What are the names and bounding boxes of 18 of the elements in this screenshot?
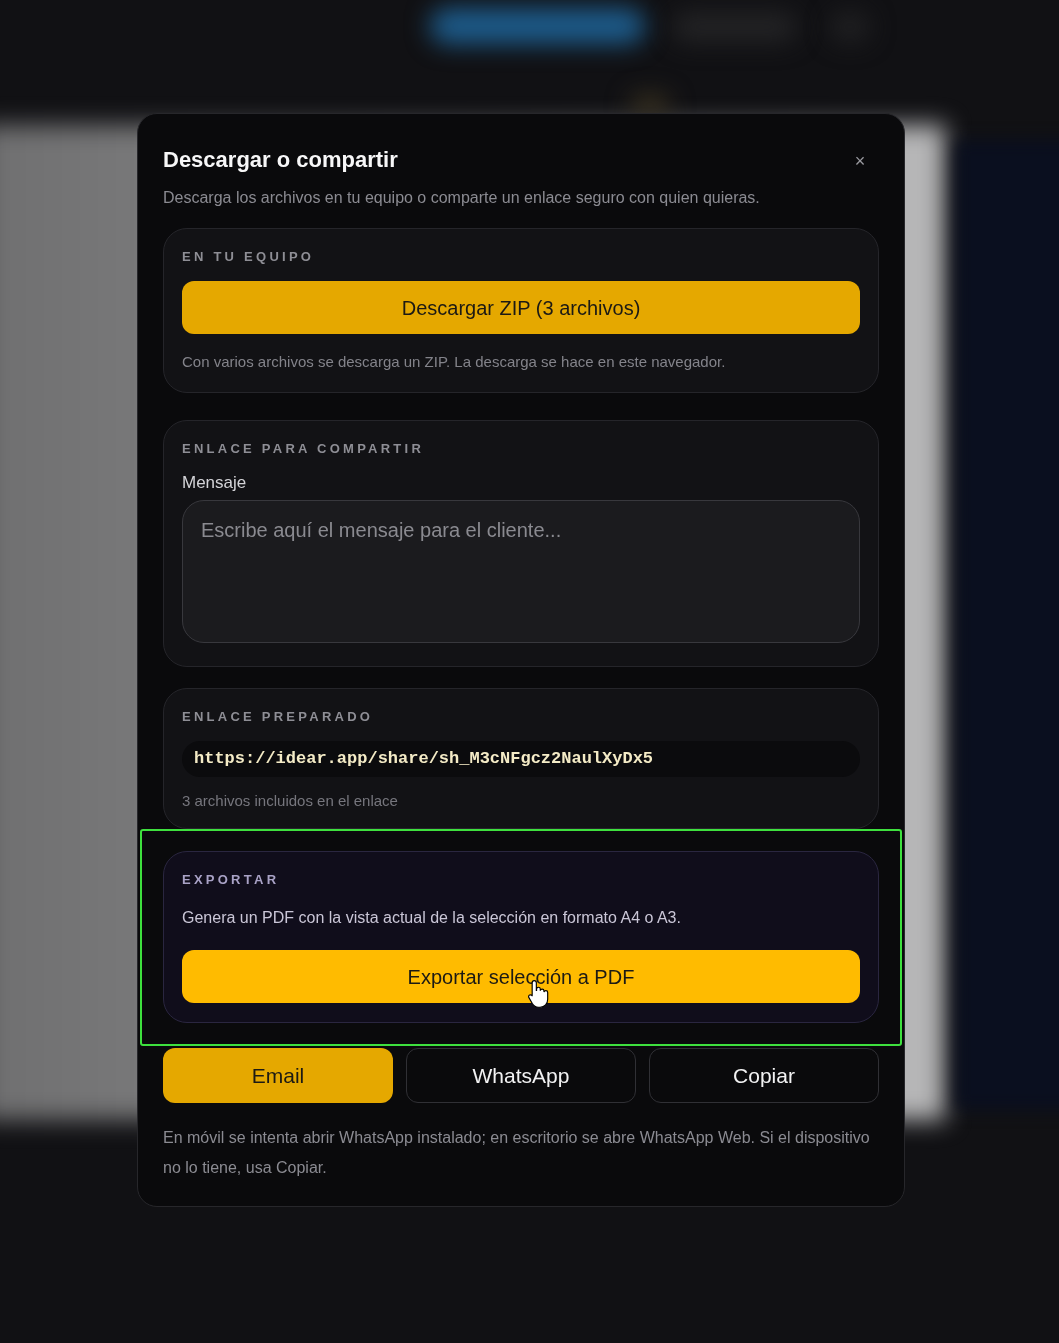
close-button[interactable]: × <box>845 146 875 176</box>
dialog-subtitle: Descarga los archivos en tu equipo o comparte un enlace seguro con quien quieras. <box>163 188 761 208</box>
share-button[interactable]: WhatsApp <box>406 1048 636 1103</box>
dialog-title: Descargar o compartir <box>163 146 398 174</box>
footer-note: En móvil se intenta abrir WhatsApp instalado; en escritorio se abre WhatsApp Web. Si el dispositivo no lo tiene, usa Copiar. <box>163 1128 871 1178</box>
section-heading: EN TU EQUIPO <box>182 249 316 265</box>
section-heading: EXPORTAR <box>182 872 281 888</box>
section-heading: ENLACE PARA COMPARTIR <box>182 441 426 457</box>
action-button[interactable]: Descargar ZIP (3 archivos) <box>182 281 860 334</box>
section-note: 3 archivos incluidos en el enlace <box>182 791 399 811</box>
share-button[interactable]: Email <box>163 1048 393 1103</box>
message-field[interactable]: Escribe aquí el mensaje para el cliente... <box>182 500 860 643</box>
share-button[interactable]: Copiar <box>649 1048 879 1103</box>
section-note: Con varios archivos se descarga un ZIP. La descarga se hace en este navegador. <box>182 352 727 372</box>
section-description: Genera un PDF con la vista actual de la selección en formato A4 o A3. <box>182 908 682 928</box>
section-heading: ENLACE PREPARADO <box>182 709 375 725</box>
link-field[interactable]: https://idear.app/share/sh_M3cNFgcz2NaulXyDx5 <box>182 741 860 777</box>
field-label: Mensaje <box>182 472 248 494</box>
